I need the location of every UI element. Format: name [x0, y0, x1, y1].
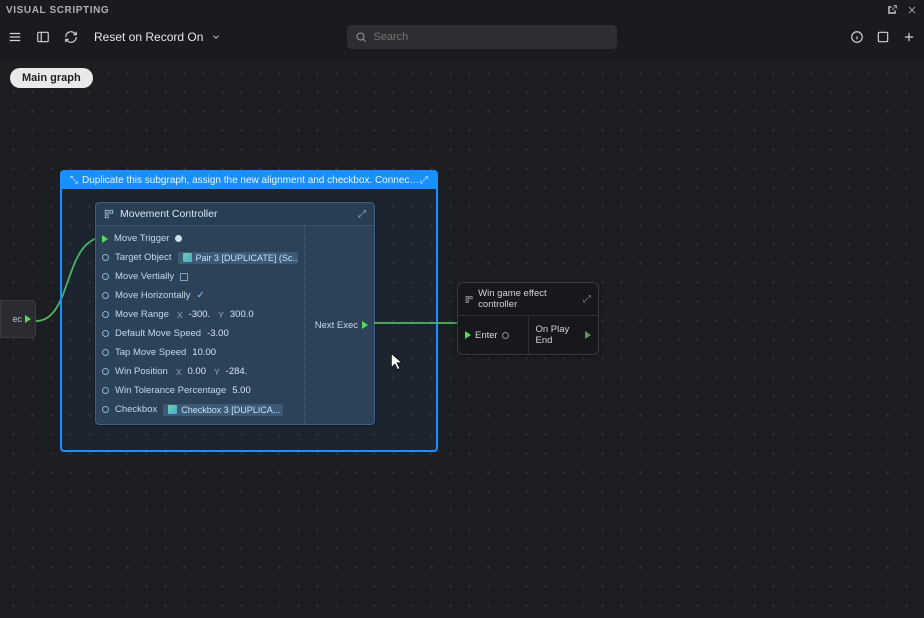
port-label: On Play End	[536, 324, 582, 346]
value[interactable]: 10.00	[192, 347, 216, 358]
menu-icon[interactable]	[8, 30, 22, 44]
value-y[interactable]: -284.	[226, 366, 248, 377]
resize-handle-icon[interactable]: ⤢	[420, 175, 428, 186]
port-label: Move Trigger	[114, 233, 169, 244]
value-x[interactable]: -300.	[189, 309, 211, 320]
exec-in-port-icon[interactable]	[102, 235, 108, 243]
info-icon[interactable]	[850, 30, 864, 44]
comment-text: Duplicate this subgraph, assign the new …	[82, 175, 420, 186]
data-port-icon[interactable]	[102, 406, 109, 413]
port-label: Enter	[475, 330, 498, 341]
node-title: Movement Controller	[120, 208, 217, 220]
object-chip[interactable]: Pair 3 [DUPLICATE] (Sc... ×	[178, 252, 298, 264]
port-move-horizontally[interactable]: Move Horizontally ✓	[102, 286, 298, 305]
port-win-position[interactable]: Win Position X0.00 Y-284.	[102, 362, 298, 381]
port-label: Move Range	[115, 309, 169, 320]
search-icon	[355, 31, 367, 43]
value-y[interactable]: 300.0	[230, 309, 254, 320]
layout-icon[interactable]	[36, 30, 50, 44]
port-label: Checkbox	[115, 404, 157, 415]
port-label: Next Exec	[315, 320, 358, 331]
expand-icon[interactable]: ⤢	[583, 294, 591, 305]
reset-dropdown-label: Reset on Record On	[94, 30, 203, 44]
data-port-icon[interactable]	[102, 387, 109, 394]
chip-label: Pair 3 [DUPLICATE] (Sc...	[196, 253, 298, 263]
object-icon	[183, 253, 192, 262]
chip-label: Checkbox 3 [DUPLICA...	[181, 405, 280, 415]
data-port-icon[interactable]	[102, 254, 109, 261]
data-port-icon[interactable]	[102, 311, 109, 318]
port-move-trigger[interactable]: Move Trigger	[102, 229, 298, 248]
data-port-icon[interactable]	[102, 349, 109, 356]
port-label: Win Tolerance Percentage	[115, 385, 226, 396]
port-label: Tap Move Speed	[115, 347, 186, 358]
value[interactable]: 5.00	[232, 385, 251, 396]
resize-handle-icon[interactable]: ⤡	[70, 175, 78, 186]
port-label: Target Object	[115, 252, 172, 263]
checkbox-unchecked-icon[interactable]	[180, 273, 188, 281]
port-enter[interactable]: Enter	[458, 316, 529, 354]
add-icon[interactable]	[902, 30, 916, 44]
search-input[interactable]	[373, 31, 609, 43]
port-move-range[interactable]: Move Range X-300. Y300.0	[102, 305, 298, 324]
port-move-vertically[interactable]: Move Vertially	[102, 267, 298, 286]
fill-dot-icon	[502, 332, 509, 339]
comment-box-header[interactable]: ⤡ Duplicate this subgraph, assign the ne…	[62, 172, 436, 189]
data-port-icon[interactable]	[102, 273, 109, 280]
reset-dropdown[interactable]: Reset on Record On	[88, 26, 227, 48]
window-icon[interactable]	[876, 30, 890, 44]
breadcrumb-main[interactable]: Main graph	[10, 68, 93, 88]
subgraph-icon	[465, 295, 473, 304]
close-icon[interactable]	[906, 4, 918, 16]
data-port-icon[interactable]	[102, 330, 109, 337]
title-bar: VISUAL SCRIPTING	[0, 0, 924, 20]
port-label: Win Position	[115, 366, 168, 377]
movement-controller-node[interactable]: Movement Controller ⤢ Move Trigger Targe…	[95, 202, 375, 425]
exec-in-port-icon[interactable]	[465, 331, 471, 339]
node-header[interactable]: Movement Controller ⤢	[96, 203, 374, 226]
node-header[interactable]: Win game effect controller ⤢	[458, 283, 598, 316]
port-tap-speed[interactable]: Tap Move Speed 10.00	[102, 343, 298, 362]
toolbar: Reset on Record On	[0, 20, 924, 54]
fill-dot-icon	[175, 235, 182, 242]
port-label: Move Horizontally	[115, 290, 191, 301]
value-x[interactable]: 0.00	[187, 366, 206, 377]
exec-out-port-icon[interactable]	[585, 331, 591, 339]
port-label: Move Vertially	[115, 271, 174, 282]
refresh-icon[interactable]	[64, 30, 78, 44]
port-default-speed[interactable]: Default Move Speed -3.00	[102, 324, 298, 343]
port-next-exec[interactable]: Next Exec	[315, 320, 368, 331]
win-effect-node[interactable]: Win game effect controller ⤢ Enter On Pl…	[457, 282, 599, 355]
subgraph-icon	[104, 209, 114, 219]
chevron-down-icon	[211, 32, 221, 42]
search-box[interactable]	[347, 25, 617, 49]
pop-out-icon[interactable]	[886, 4, 898, 16]
port-label: Default Move Speed	[115, 328, 201, 339]
data-port-icon[interactable]	[102, 368, 109, 375]
checkbox-checked-icon[interactable]: ✓	[197, 290, 205, 301]
node-title: Win game effect controller	[478, 288, 578, 310]
expand-icon[interactable]: ⤢	[358, 209, 366, 220]
port-checkbox[interactable]: Checkbox Checkbox 3 [DUPLICA... ×	[102, 400, 298, 419]
value[interactable]: -3.00	[207, 328, 229, 339]
object-icon	[168, 405, 177, 414]
exec-out-port-icon[interactable]	[362, 321, 368, 329]
panel-title: VISUAL SCRIPTING	[6, 5, 109, 16]
data-port-icon[interactable]	[102, 292, 109, 299]
object-chip[interactable]: Checkbox 3 [DUPLICA... ×	[163, 404, 283, 416]
exec-out-port-icon[interactable]	[25, 315, 31, 323]
port-win-tolerance[interactable]: Win Tolerance Percentage 5.00	[102, 381, 298, 400]
port-on-play-end[interactable]: On Play End	[529, 316, 599, 354]
port-target-object[interactable]: Target Object Pair 3 [DUPLICATE] (Sc... …	[102, 248, 298, 267]
offscreen-exec-label: ec	[12, 314, 22, 324]
offscreen-node-left[interactable]: ec	[0, 300, 36, 338]
